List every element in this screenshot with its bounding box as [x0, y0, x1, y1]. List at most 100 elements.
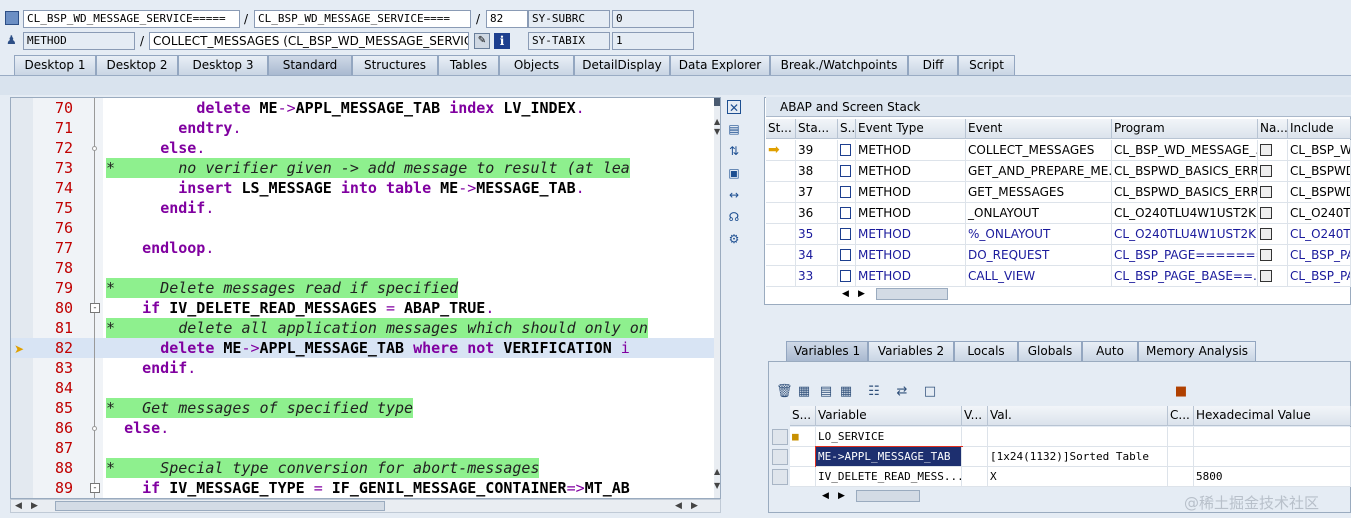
collapse-icon[interactable]: -: [90, 483, 100, 493]
row-selector[interactable]: [772, 429, 788, 445]
stack-row[interactable]: 33 METHOD CALL_VIEW CL_BSP_PAGE_BASE==... CL…: [766, 266, 1351, 287]
stack-row[interactable]: 37 METHOD GET_MESSAGES CL_BSPWD_BASICS_ERR.…: [766, 182, 1351, 203]
variable-value[interactable]: X: [988, 467, 1168, 487]
navigate-icon[interactable]: [1260, 228, 1272, 240]
program-field[interactable]: CL_BSP_WD_MESSAGE_SERVICE=====: [23, 10, 240, 28]
event-field[interactable]: COLLECT_MESSAGES (CL_BSP_WD_MESSAGE_SERV…: [149, 32, 469, 50]
hierarchy-icon[interactable]: ☷: [866, 384, 882, 400]
variables-horizontal-scrollbar[interactable]: ◀ ▶: [820, 489, 960, 503]
code-line[interactable]: 79 * Delete messages read if specified: [11, 278, 720, 298]
variable-c-cell[interactable]: [1168, 427, 1194, 447]
variable-value[interactable]: [1x24(1132)]Sorted Table: [988, 447, 1168, 467]
variable-status-cell[interactable]: [790, 447, 816, 467]
code-line[interactable]: 81 * delete all application messages whic…: [11, 318, 720, 338]
stack-horizontal-scrollbar[interactable]: ◀ ▶: [840, 287, 980, 301]
stack-column-header[interactable]: Program: [1112, 119, 1258, 139]
swap-tool-icon[interactable]: ⇅: [727, 144, 741, 158]
stack-column-header[interactable]: Event Type: [856, 119, 966, 139]
line-number-field[interactable]: 82: [486, 10, 528, 28]
save-icon[interactable]: ■: [1173, 384, 1189, 400]
code-line[interactable]: 74 insert LS_MESSAGE into table ME->MESS…: [11, 178, 720, 198]
row-selector[interactable]: [772, 469, 788, 485]
stack-row[interactable]: 36 METHOD _ONLAYOUT CL_O240TLU4W1UST2K... CL…: [766, 203, 1351, 224]
window-icon[interactable]: □: [922, 384, 938, 400]
stack-row[interactable]: 35 METHOD %_ONLAYOUT CL_O240TLU4W1UST2K... C…: [766, 224, 1351, 245]
stack-row[interactable]: ➡ 39 METHOD COLLECT_MESSAGES CL_BSP_WD_MESSA…: [766, 140, 1351, 161]
tab-diff[interactable]: Diff: [908, 55, 958, 75]
delete-icon[interactable]: 🗑: [776, 384, 793, 400]
code-line[interactable]: 86 else.: [11, 418, 720, 438]
code-line[interactable]: 80 if IV_DELETE_READ_MESSAGES = ABAP_TRU…: [11, 298, 720, 318]
code-line[interactable]: 76: [11, 218, 720, 238]
insert-icon[interactable]: ▤: [818, 384, 834, 400]
code-line[interactable]: 89 if IV_MESSAGE_TYPE = IF_GENIL_MESSAGE…: [11, 478, 720, 498]
tab-desktop-2[interactable]: Desktop 2: [96, 55, 178, 75]
variable-v-cell[interactable]: [962, 427, 988, 447]
arrows-icon[interactable]: ⇄: [894, 384, 910, 400]
code-line[interactable]: 77 endloop.: [11, 238, 720, 258]
code-line[interactable]: 71 endtry.: [11, 118, 720, 138]
code-line[interactable]: 83 endif.: [11, 358, 720, 378]
row-selector[interactable]: [772, 449, 788, 465]
variable-hex-value[interactable]: 5800: [1194, 467, 1351, 487]
tab-variables-2[interactable]: Variables 2: [868, 341, 954, 361]
tab-globals[interactable]: Globals: [1018, 341, 1082, 361]
editor-horizontal-scrollbar[interactable]: ◀ ▶ ◀ ▶: [10, 499, 721, 513]
maximize-icon[interactable]: ▣: [727, 166, 741, 180]
variable-c-cell[interactable]: [1168, 447, 1194, 467]
tab-memory-analysis[interactable]: Memory Analysis: [1138, 341, 1256, 361]
tab-script[interactable]: Script: [958, 55, 1015, 75]
stack-row[interactable]: 38 METHOD GET_AND_PREPARE_ME... CL_BSPWD_BA…: [766, 161, 1351, 182]
code-line[interactable]: 87: [11, 438, 720, 458]
tab-desktop-1[interactable]: Desktop 1: [14, 55, 96, 75]
tab-standard[interactable]: Standard: [268, 55, 352, 75]
navigate-icon[interactable]: [1260, 165, 1272, 177]
edit-icon[interactable]: ✎: [474, 33, 490, 49]
code-line[interactable]: 73 * no verifier given -> add message to …: [11, 158, 720, 178]
stack-row[interactable]: 34 METHODDO_REQUESTCL_BSP_PAGE========...…: [766, 245, 1351, 266]
tab-structures[interactable]: Structures: [352, 55, 438, 75]
variable-column-header[interactable]: Val.: [988, 406, 1168, 426]
services-icon[interactable]: ☊: [727, 210, 741, 224]
navigate-icon[interactable]: [1260, 207, 1272, 219]
code-line[interactable]: 75 endif.: [11, 198, 720, 218]
tab-data-explorer[interactable]: Data Explorer: [670, 55, 770, 75]
export-icon[interactable]: ▦: [796, 384, 812, 400]
variable-column-header[interactable]: C...: [1168, 406, 1194, 426]
code-line[interactable]: 78: [11, 258, 720, 278]
variable-hex-value[interactable]: [1194, 427, 1351, 447]
code-line[interactable]: 85 * Get messages of specified type: [11, 398, 720, 418]
variable-name[interactable]: IV_DELETE_READ_MESS...: [816, 467, 962, 487]
code-line[interactable]: 84: [11, 378, 720, 398]
stack-column-header[interactable]: Event: [966, 119, 1112, 139]
tab-auto[interactable]: Auto: [1082, 341, 1138, 361]
editor-vertical-scrollbar[interactable]: ▲ ▼ ▲ ▼: [714, 98, 720, 498]
code-line[interactable]: 82 delete ME->APPL_MESSAGE_TAB where not…: [11, 338, 720, 358]
variable-name[interactable]: ME->APPL_MESSAGE_TAB: [815, 446, 963, 468]
delete-row-icon[interactable]: ▦: [838, 384, 854, 400]
variable-column-header[interactable]: Variable: [816, 406, 962, 426]
new-tool-icon[interactable]: ▤: [727, 122, 741, 136]
info-icon[interactable]: i: [494, 33, 510, 49]
tab-variables-1[interactable]: Variables 1: [786, 341, 868, 361]
navigate-icon[interactable]: [1260, 186, 1272, 198]
variable-status-cell[interactable]: [790, 467, 816, 487]
tab-tables[interactable]: Tables: [438, 55, 499, 75]
variable-value[interactable]: [988, 427, 1168, 447]
code-line[interactable]: 72 else.: [11, 138, 720, 158]
close-icon[interactable]: ✕: [727, 100, 741, 115]
stack-column-header[interactable]: Na...: [1258, 119, 1288, 139]
variable-c-cell[interactable]: [1168, 467, 1194, 487]
tab-detail-display[interactable]: DetailDisplay: [574, 55, 670, 75]
navigate-icon[interactable]: [1260, 270, 1272, 282]
navigate-icon[interactable]: [1260, 144, 1272, 156]
navigate-icon[interactable]: [1260, 249, 1272, 261]
variable-column-header[interactable]: V...: [962, 406, 988, 426]
collapse-icon[interactable]: -: [90, 303, 100, 313]
code-line[interactable]: 88 * Special type conversion for abort-me…: [11, 458, 720, 478]
code-line[interactable]: 70 delete ME->APPL_MESSAGE_TAB index LV_…: [11, 98, 720, 118]
variable-hex-value[interactable]: [1194, 447, 1351, 467]
tab-desktop-3[interactable]: Desktop 3: [178, 55, 268, 75]
include-field[interactable]: CL_BSP_WD_MESSAGE_SERVICE====: [254, 10, 471, 28]
variable-v-cell[interactable]: [962, 467, 988, 487]
